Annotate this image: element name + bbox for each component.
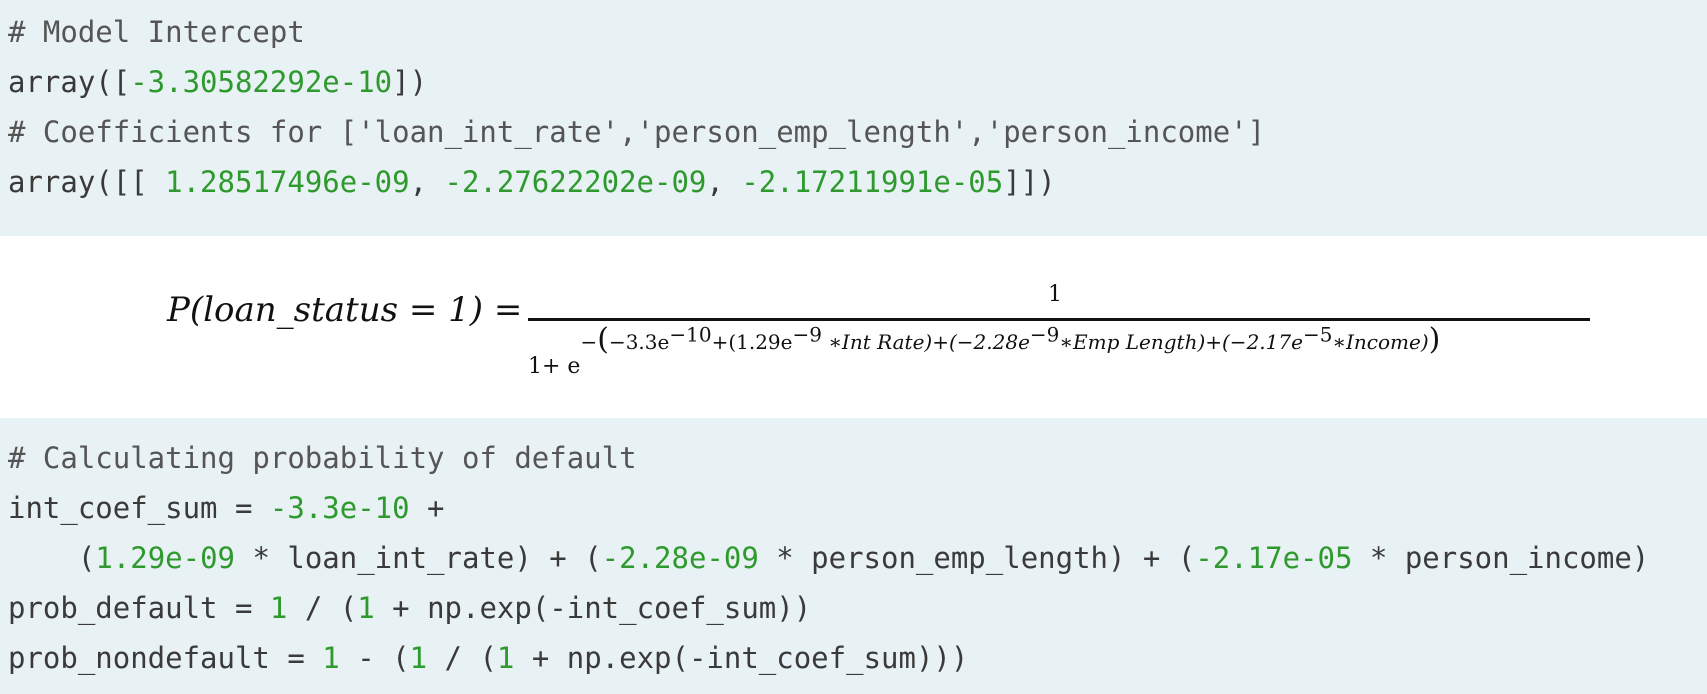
code-text: ( [8,541,96,575]
coef-int-rate-value: 1.28517496e-09 [165,165,410,199]
number-literal: 1 [409,641,428,675]
number-literal: 1 [496,641,515,675]
code-block-model-output: # Model Intercept array([-3.30582292e-10… [0,0,1707,236]
exponent-power: −9 [1029,322,1060,347]
exponent-term-intercept: −3.3e [608,330,670,354]
int-coef-sum-line: int_coef_sum = -3.3e-10 + [8,490,445,526]
code-text: * person_income) [1352,541,1650,575]
prob-nondefault-line: prob_nondefault = 1 - (1 / (1 + np.exp(-… [8,640,968,676]
coef-income-value: -2.17211991e-05 [741,165,1004,199]
exponent-term-income: ∗Emp Length)+(−2.17e [1059,330,1303,354]
code-text: / ( [287,591,358,625]
coef-terms-line: (1.29e-09 * loan_int_rate) + (-2.28e-09 … [8,540,1649,576]
exponent-minus: − [580,330,598,354]
code-text: * person_emp_length) + ( [758,541,1196,575]
coef-literal: -2.17e-05 [1195,541,1353,575]
code-text: , [706,165,742,199]
code-text: / ( [427,641,497,675]
exponent-term-int-rate: +(1.29e [711,330,793,354]
number-literal: 1 [269,591,288,625]
coef-literal: -2.28e-09 [601,541,759,575]
code-block-probability: # Calculating probability of default int… [0,418,1707,694]
intercept-array-line: array([-3.30582292e-10]) [8,64,427,100]
number-literal: 1 [322,641,340,675]
code-text: - ( [339,641,410,675]
denominator-base: 1+ e [528,354,581,379]
exponent-power: −10 [669,322,712,347]
code-text: + np.exp(-int_coef_sum)) [374,591,812,625]
number-literal: 1 [357,591,375,625]
formula-lhs: P(loan_status = 1) = [167,290,523,330]
code-text: * loan_int_rate) + ( [235,541,602,575]
code-text: , [409,165,445,199]
code-text: + [409,491,445,525]
code-text: int_coef_sum = [8,491,270,525]
exponent-term-end: ∗Income) [1332,330,1429,354]
coefficients-array-line: array([[ 1.28517496e-09, -2.27622202e-09… [8,164,1056,200]
intercept-literal: -3.3e-10 [269,491,410,525]
coef-emp-length-value: -2.27622202e-09 [444,165,707,199]
code-text: prob_nondefault = [8,641,323,675]
code-text: array([ [8,65,131,99]
fraction-bar [528,318,1590,321]
comment-calculating-probability: # Calculating probability of default [8,441,637,475]
code-text: ]) [392,65,428,99]
code-text: prob_default = [8,591,270,625]
intercept-value: -3.30582292e-10 [130,65,393,99]
exponent-power: −5 [1302,322,1333,347]
prob-default-line: prob_default = 1 / (1 + np.exp(-int_coef… [8,590,811,626]
code-text: ]]) [1003,165,1056,199]
exponent-power: −9 [792,322,822,347]
comment-model-intercept: # Model Intercept [8,15,305,49]
code-text: + np.exp(-int_coef_sum))) [514,641,969,675]
comment-coefficients: # Coefficients for ['loan_int_rate','per… [8,115,1266,149]
exponent-term-emp-length: ∗Int Rate)+(−2.28e [821,330,1030,354]
formula-numerator: 1 [1048,282,1062,307]
formula-denominator: 1+ e−(−3.3e−10+(1.29e−9 ∗Int Rate)+(−2.2… [528,322,1441,379]
code-text: array([[ [8,165,166,199]
coef-literal: 1.29e-09 [95,541,235,575]
